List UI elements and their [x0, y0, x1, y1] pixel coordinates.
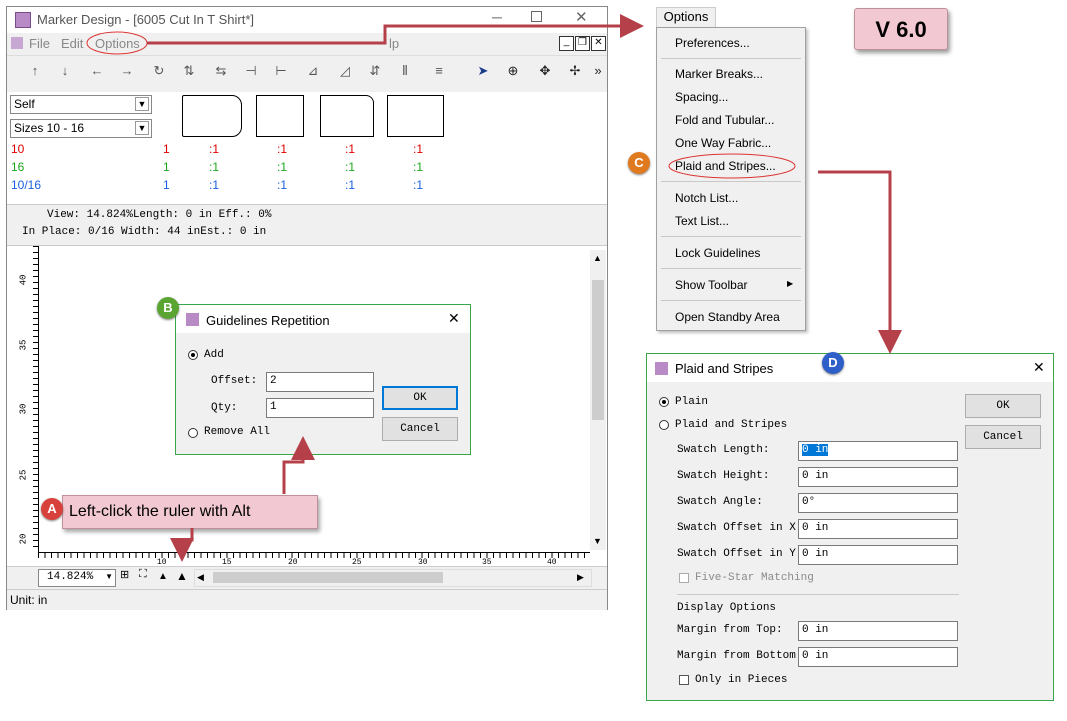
highlight-ellipse: [86, 31, 148, 55]
arrow-to-options-menu: [147, 14, 644, 45]
arrow-to-guidelines-dialog: [282, 436, 315, 494]
step-badge-a: A: [41, 498, 63, 520]
step-badge-d: D: [822, 352, 844, 374]
step-badge-b: B: [157, 297, 179, 319]
arrow-to-plaid-dialog: [818, 170, 902, 354]
highlight-ellipse: [668, 153, 796, 179]
annotation-overlay: [86, 14, 902, 562]
step-badge-c: C: [628, 152, 650, 174]
arrow-to-ruler: [170, 528, 194, 562]
